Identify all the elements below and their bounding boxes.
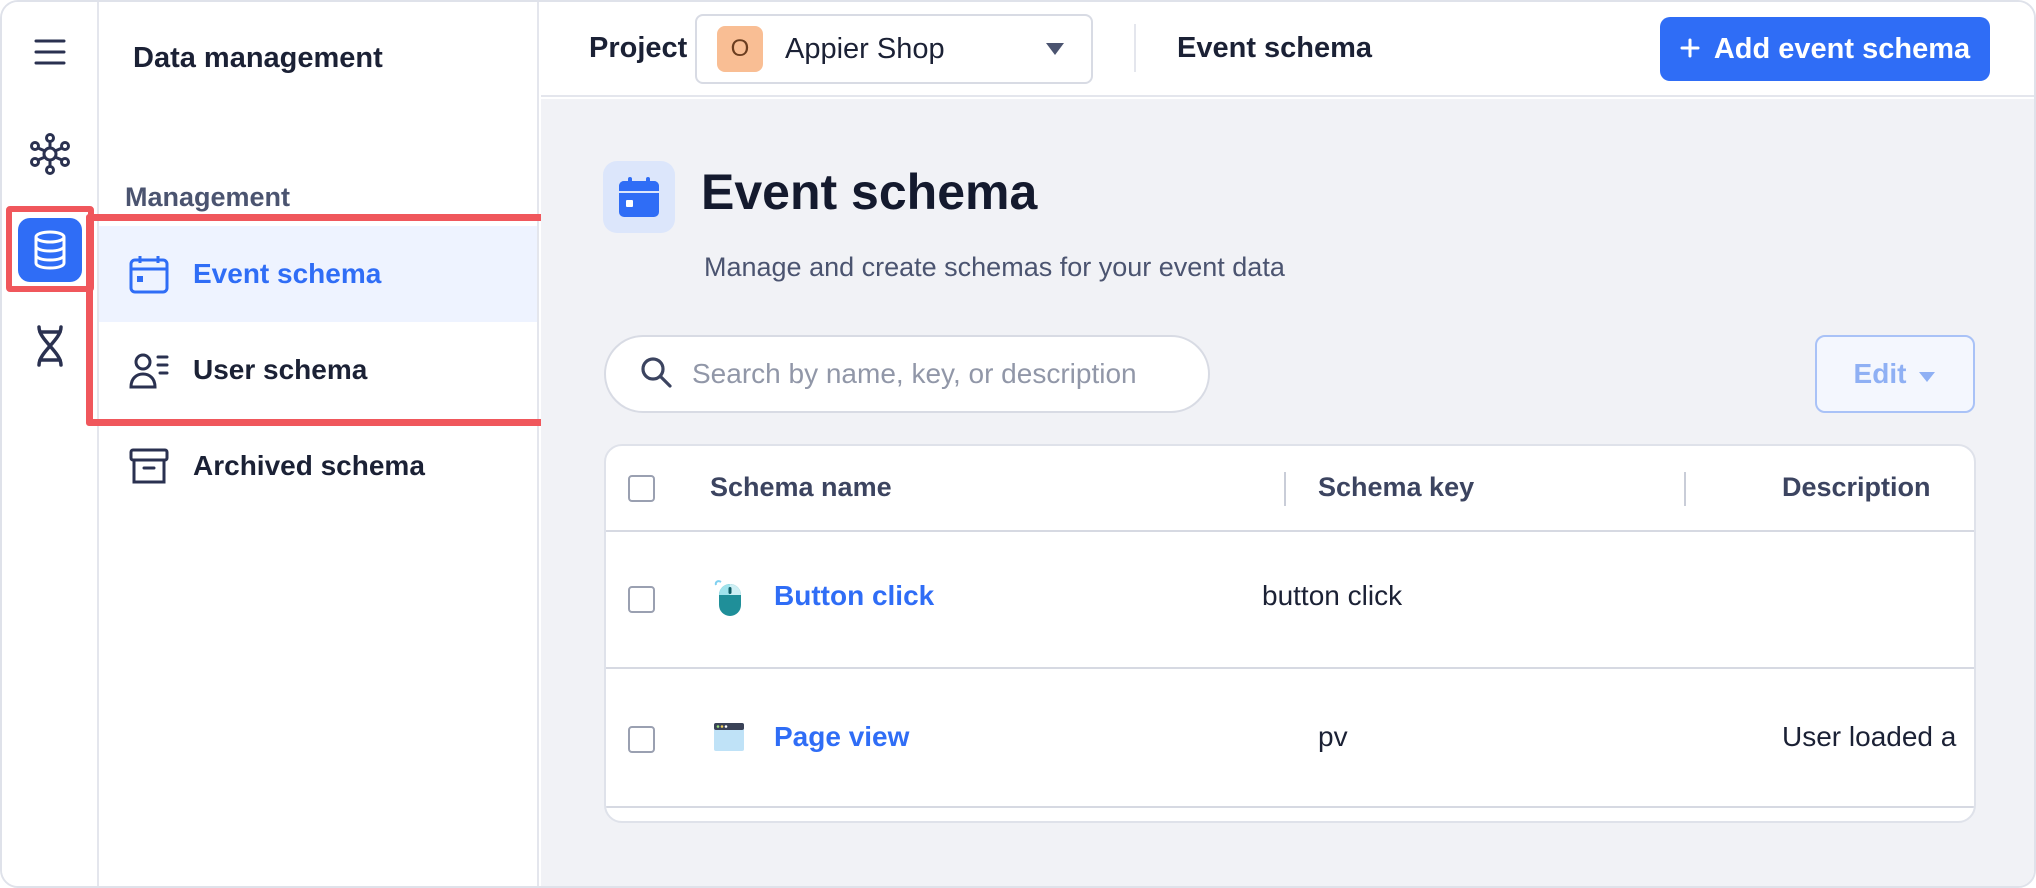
sidebar-section-label: Management: [125, 182, 291, 212]
project-select[interactable]: O Appier Shop: [695, 14, 1093, 84]
schema-key-cell: button click: [1262, 580, 1403, 611]
project-name: Appier Shop: [785, 32, 945, 65]
sidebar-item-archived-schema[interactable]: Archived schema: [99, 418, 537, 514]
page-title: Event schema: [701, 164, 1038, 220]
schema-table: Schema name Schema key Description Butto…: [604, 444, 1976, 823]
secondary-sidebar: Data management Management Event schema …: [99, 2, 539, 886]
schema-description-cell: User loaded a: [1782, 721, 1957, 752]
caret-down-icon: [1045, 42, 1065, 61]
schema-key-cell: pv: [1318, 721, 1348, 752]
project-label: Project: [589, 32, 688, 64]
breadcrumb: Event schema: [1177, 32, 1373, 64]
plus-icon: [1680, 33, 1700, 66]
column-resize-handle[interactable]: [1684, 472, 1686, 506]
search-icon: [640, 356, 672, 393]
sidebar-item-label: Archived schema: [193, 450, 425, 481]
column-header-schema-key[interactable]: Schema key: [1318, 472, 1474, 503]
edit-button[interactable]: Edit: [1815, 335, 1975, 413]
top-bar: Project O Appier Shop Event schema Add e…: [541, 2, 2034, 97]
project-avatar: O: [717, 26, 763, 72]
main-content: Event schema Manage and create schemas f…: [541, 99, 2034, 886]
sidebar-title: Data management: [133, 42, 383, 74]
caret-down-icon: [1918, 358, 1936, 390]
table-row[interactable]: Button click button click: [606, 532, 1974, 669]
schema-name-link[interactable]: Page view: [774, 721, 909, 753]
page-subtitle: Manage and create schemas for your event…: [704, 252, 1285, 282]
icon-rail: [2, 2, 99, 886]
column-resize-handle[interactable]: [1284, 472, 1286, 506]
rail-highlight-box: [6, 206, 94, 292]
topbar-divider: [1134, 24, 1136, 72]
search-box: [604, 335, 1210, 413]
menu-icon[interactable]: [18, 20, 82, 84]
row-checkbox[interactable]: [628, 726, 655, 753]
browser-window-icon: [712, 721, 746, 761]
sidebar-highlight-box: [86, 214, 551, 426]
add-button-label: Add event schema: [1713, 32, 1971, 65]
archive-box-icon: [127, 444, 171, 488]
mouse-icon: [712, 578, 746, 618]
edit-button-label: Edit: [1853, 358, 1907, 389]
network-icon[interactable]: [18, 122, 82, 186]
select-all-checkbox[interactable]: [628, 475, 655, 502]
dna-icon[interactable]: [18, 314, 82, 378]
calendar-icon: [603, 161, 675, 233]
table-header: Schema name Schema key Description: [606, 446, 1974, 532]
search-input[interactable]: [692, 358, 1182, 390]
table-row[interactable]: Page view pv User loaded a: [606, 671, 1974, 808]
schema-name-link[interactable]: Button click: [774, 580, 934, 612]
add-event-schema-button[interactable]: Add event schema: [1660, 17, 1990, 81]
row-checkbox[interactable]: [628, 586, 655, 613]
column-header-schema-name[interactable]: Schema name: [710, 472, 892, 503]
app-window: Data management Management Event schema …: [0, 0, 2036, 888]
column-header-description[interactable]: Description: [1782, 472, 1931, 503]
